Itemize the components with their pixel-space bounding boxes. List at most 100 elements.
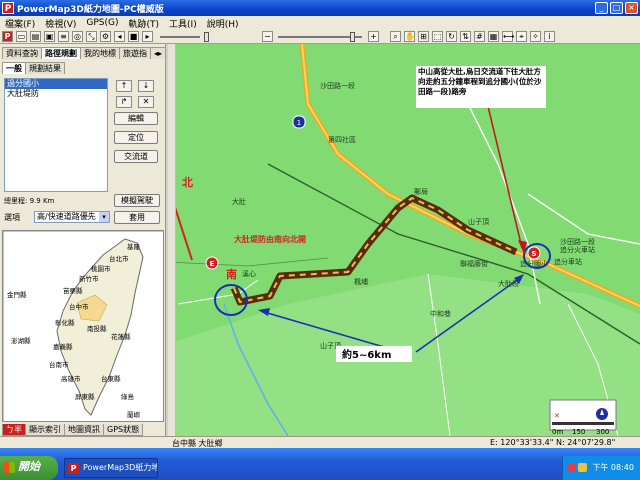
- route-total-distance: 總里程: 9.9 Km: [4, 197, 55, 205]
- minimize-button[interactable]: _: [595, 2, 608, 14]
- minimap-label: 台中市: [69, 302, 89, 311]
- stop-icon[interactable]: ■: [128, 31, 139, 42]
- place-label: 中和巷: [430, 309, 451, 318]
- route-option-select[interactable]: 高/快速道路優先 ▾: [34, 211, 110, 223]
- menu-file[interactable]: 檔案(F): [0, 17, 40, 30]
- open-icon[interactable]: ▭: [16, 31, 27, 42]
- menu-view[interactable]: 檢視(V): [40, 17, 81, 30]
- tab-scroll-arrows[interactable]: ◂▸: [150, 47, 167, 59]
- menu-help[interactable]: 說明(H): [202, 17, 244, 30]
- zoom-out-icon[interactable]: −: [262, 31, 273, 42]
- target-icon[interactable]: ◎: [72, 31, 83, 42]
- tray-network-icon[interactable]: [578, 463, 587, 472]
- place-label: 追分火車站: [560, 245, 595, 254]
- move-up-icon[interactable]: ↑: [116, 80, 132, 92]
- minimap-label: 高雄市: [61, 374, 81, 383]
- tab-my-landmarks[interactable]: 我的地標: [80, 47, 120, 59]
- view-3d-icon[interactable]: ⬚: [432, 31, 443, 42]
- end-marker-label: E: [210, 260, 215, 268]
- move-down-icon[interactable]: ↓: [138, 80, 154, 92]
- minimap-label: 綠島: [121, 392, 135, 401]
- taskbar-app-label: PowerMap3D紙力地...: [83, 463, 157, 472]
- chevron-down-icon[interactable]: ▾: [99, 212, 109, 222]
- maximize-button[interactable]: □: [610, 2, 623, 14]
- tab-travel-guide[interactable]: 旅遊指: [119, 47, 151, 59]
- simulate-drive-button[interactable]: 模擬駕駛: [114, 194, 160, 207]
- add-point-icon[interactable]: ↱: [116, 96, 132, 108]
- tab-data-query[interactable]: 資料查詢: [2, 47, 42, 59]
- speed-slider-thumb[interactable]: [204, 32, 209, 42]
- close-button[interactable]: ×: [625, 2, 638, 14]
- info-icon[interactable]: i: [544, 31, 555, 42]
- compass-icon[interactable]: ✧: [530, 31, 541, 42]
- place-label: 追分國小: [520, 259, 548, 268]
- pan-hand-icon[interactable]: ✋: [404, 31, 415, 42]
- scale-label: 0m: [552, 428, 563, 436]
- tab-route-planning[interactable]: 路徑規劃: [41, 47, 81, 59]
- save-icon[interactable]: ▣: [44, 31, 55, 42]
- tab-zhuyin-input[interactable]: ㄅ半: [2, 424, 26, 436]
- annotation-text-wrapper: 中山高從大肚,烏日交流道下往大肚方向走約五分鐘車程到追分國小(位於沙田路一段)路…: [418, 67, 541, 96]
- menu-track[interactable]: 軌跡(T): [124, 17, 165, 30]
- tab-display-index[interactable]: 顯示索引: [25, 424, 65, 436]
- interchange-button[interactable]: 交流道: [114, 150, 158, 163]
- menu-tools[interactable]: 工具(I): [164, 17, 202, 30]
- scale-labels: 0m 150 300: [552, 428, 609, 436]
- list-item[interactable]: 大肚堤防: [5, 89, 107, 99]
- list-item[interactable]: 過分國小: [5, 79, 107, 89]
- overview-minimap[interactable]: 基隆 台北市 桃園市 新竹市 苗栗縣 台中市 彰化縣 南投縣 花蓮縣 嘉義縣 台…: [2, 230, 164, 422]
- zoom-tool-icon[interactable]: ⌕: [390, 31, 401, 42]
- route-icon[interactable]: ⤡: [86, 31, 97, 42]
- minimap-label: 桃園市: [91, 264, 111, 273]
- place-label: 大肚: [232, 197, 246, 206]
- scale-bar: [552, 422, 614, 425]
- minimap-label: 新竹市: [79, 274, 99, 283]
- tab-map-info[interactable]: 地圖資訊: [64, 424, 104, 436]
- tilt-icon[interactable]: ⇅: [460, 31, 471, 42]
- zoom-slider-thumb[interactable]: [350, 32, 355, 42]
- zoom-in-icon[interactable]: +: [368, 31, 379, 42]
- minimap-label: 南投縣: [87, 324, 107, 333]
- scale-label: 150: [572, 428, 585, 436]
- rewind-icon[interactable]: ◂: [114, 31, 125, 42]
- map-vertical-scrollbar[interactable]: [168, 44, 176, 436]
- poi-icon[interactable]: ⌖: [516, 31, 527, 42]
- bottom-tab-row: ㄅ半 顯示索引 地圖資訊 GPS狀態: [2, 424, 144, 436]
- map-view[interactable]: E S 1 沙田路一段 第四社區 郵局 山子頂 追分國小 追分火車站 追分車站 …: [168, 44, 640, 436]
- tab-planning-results[interactable]: 規劃結果: [25, 62, 65, 74]
- embankment-note: 大肚堤防由南向北開: [234, 234, 306, 244]
- speed-slider[interactable]: [160, 36, 200, 38]
- app-logo-icon[interactable]: P: [2, 31, 13, 42]
- locate-button[interactable]: 定位: [114, 131, 158, 144]
- place-label: 追分車站: [554, 257, 582, 266]
- remove-point-icon[interactable]: ✕: [138, 96, 154, 108]
- apply-button[interactable]: 套用: [114, 211, 160, 224]
- play-icon[interactable]: ▸: [142, 31, 153, 42]
- settings-icon[interactable]: ⚙: [100, 31, 111, 42]
- map-mode-icon[interactable]: ▦: [488, 31, 499, 42]
- zoom-region-icon[interactable]: ⊞: [418, 31, 429, 42]
- menu-gps[interactable]: GPS(G): [81, 18, 123, 28]
- edit-button[interactable]: 編輯: [114, 112, 158, 125]
- start-button[interactable]: 開始: [0, 456, 58, 480]
- window-title: PowerMap3D紙力地圖-PC權威版: [17, 4, 164, 15]
- windows-logo-icon: [4, 462, 15, 473]
- status-coordinates: E: 120°33'33.4" N: 24°07'29.8": [490, 438, 616, 447]
- print-icon[interactable]: ▤: [30, 31, 41, 42]
- tab-gps-status[interactable]: GPS狀態: [103, 424, 144, 436]
- minimap-label: 彰化縣: [55, 318, 75, 327]
- sub-tab-row: 一般 規劃結果: [2, 62, 65, 74]
- tab-general[interactable]: 一般: [2, 62, 26, 74]
- grid-icon[interactable]: #: [474, 31, 485, 42]
- taskbar-app-button[interactable]: P PowerMap3D紙力地...: [64, 458, 158, 478]
- toolbar: P ▭ ▤ ▣ ≡ ◎ ⤡ ⚙ ◂ ■ ▸ − + ⌕ ✋ ⊞ ⬚ ↻ ⇅ # …: [0, 30, 640, 44]
- title-bar: P PowerMap3D紙力地圖-PC權威版 _ □ ×: [0, 0, 640, 16]
- route-point-list[interactable]: 過分國小 大肚堤防: [4, 78, 108, 192]
- scale-marker-icon: ✕: [554, 412, 560, 420]
- layers-icon[interactable]: ≡: [58, 31, 69, 42]
- left-panel: 資料查詢 路徑規劃 我的地標 旅遊指 ◂▸ 一般 規劃結果 過分國小 大肚堤防 …: [0, 44, 167, 436]
- place-label: 沙田路一段: [560, 237, 595, 246]
- rotate-icon[interactable]: ↻: [446, 31, 457, 42]
- tray-antivirus-icon[interactable]: [567, 463, 576, 472]
- measure-icon[interactable]: ⟷: [502, 31, 514, 42]
